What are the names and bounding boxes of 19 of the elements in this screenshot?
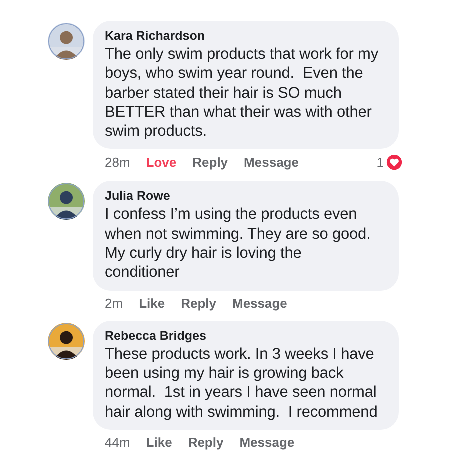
timestamp: 28m [105,155,130,170]
action-link[interactable]: Message [232,296,288,311]
action-link[interactable]: Love [146,155,177,170]
action-link[interactable]: Message [244,155,299,170]
author-name: Julia Rowe [105,188,172,204]
reaction-count: 1 [376,155,384,170]
author-name: Rebecca Bridges [105,328,208,344]
action-link[interactable]: Reply [181,296,216,311]
timestamp: 2m [105,296,124,311]
action-link[interactable]: Like [139,296,166,311]
comment-text: These products work. In 3 weeks I have been using my hair is growing back normal. 1st in years I have seen normal hair along with swimming. I recommend [105,344,379,422]
timestamp: 44m [105,434,130,450]
comment-text: I confess I’m using the products even when not swimming. They are so good. My curly dry hair is loving the conditioner [105,205,372,283]
action-link[interactable]: Reply [192,155,228,170]
action-link[interactable]: Reply [188,434,224,450]
author-name: Kara Richardson [105,28,206,44]
comment-text: The only swim products that work for my boys, who swim year round. Even the barber stated their hair is SO much BETTER than what their was with other swim products. [105,45,380,142]
action-link[interactable]: Like [146,434,172,450]
action-link[interactable]: Message [240,434,295,450]
